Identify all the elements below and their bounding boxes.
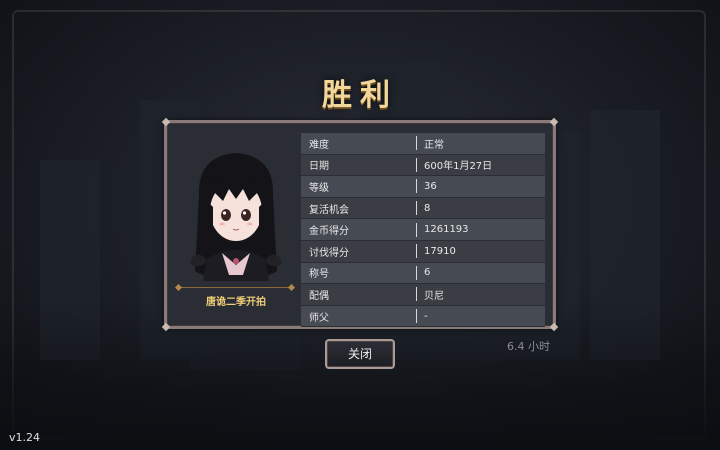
stat-row-difficulty: 难度 正常 — [301, 133, 545, 155]
stat-value: 1261193 — [424, 224, 469, 236]
stat-row-hunt-score: 讨伐得分 17910 — [301, 240, 545, 263]
stat-value: 贝尼 — [424, 290, 444, 302]
stat-label: 称号 — [309, 269, 329, 281]
stat-label: 金币得分 — [309, 226, 349, 238]
close-button[interactable]: 关闭 — [325, 339, 395, 369]
version-label: v1.24 — [9, 431, 41, 444]
stats-table: 难度 正常 日期 600年1月27日 等级 36 复活机会 8 金币得分 126… — [301, 133, 545, 328]
playtime-label: 6.4 小时 — [507, 340, 550, 353]
corner-ornament — [161, 117, 171, 127]
stat-row-spouse: 配偶 贝尼 — [301, 284, 545, 306]
stat-row-master: 师父 - — [301, 305, 545, 328]
stat-value: 17910 — [424, 245, 456, 257]
stat-row-date: 日期 600年1月27日 — [301, 154, 545, 177]
character-portrait — [191, 153, 281, 281]
stat-row-revives: 复活机会 8 — [301, 197, 545, 220]
stat-row-gold-score: 金币得分 1261193 — [301, 219, 545, 241]
character-caption: 唐诡二季开拍 — [206, 297, 266, 308]
stat-value: 600年1月27日 — [424, 161, 493, 173]
stat-value: 8 — [424, 202, 431, 214]
stat-row-titles: 称号 6 — [301, 262, 545, 285]
stat-value: 正常 — [424, 139, 444, 151]
stat-label: 等级 — [309, 182, 329, 194]
stat-label: 日期 — [309, 161, 329, 173]
caption-divider — [179, 287, 291, 288]
stat-value: - — [424, 310, 428, 322]
stat-row-level: 等级 36 — [301, 176, 545, 198]
result-panel: 唐诡二季开拍 难度 正常 日期 600年1月27日 等级 36 复活机会 8 金… — [161, 117, 559, 332]
stat-label: 难度 — [309, 139, 329, 151]
stat-value: 6 — [424, 267, 431, 279]
stat-label: 配偶 — [309, 290, 329, 302]
stat-value: 36 — [424, 180, 437, 192]
stat-label: 讨伐得分 — [309, 247, 349, 259]
stat-label: 师父 — [309, 312, 329, 324]
stat-label: 复活机会 — [309, 204, 349, 216]
victory-title: 胜利 — [322, 78, 398, 113]
